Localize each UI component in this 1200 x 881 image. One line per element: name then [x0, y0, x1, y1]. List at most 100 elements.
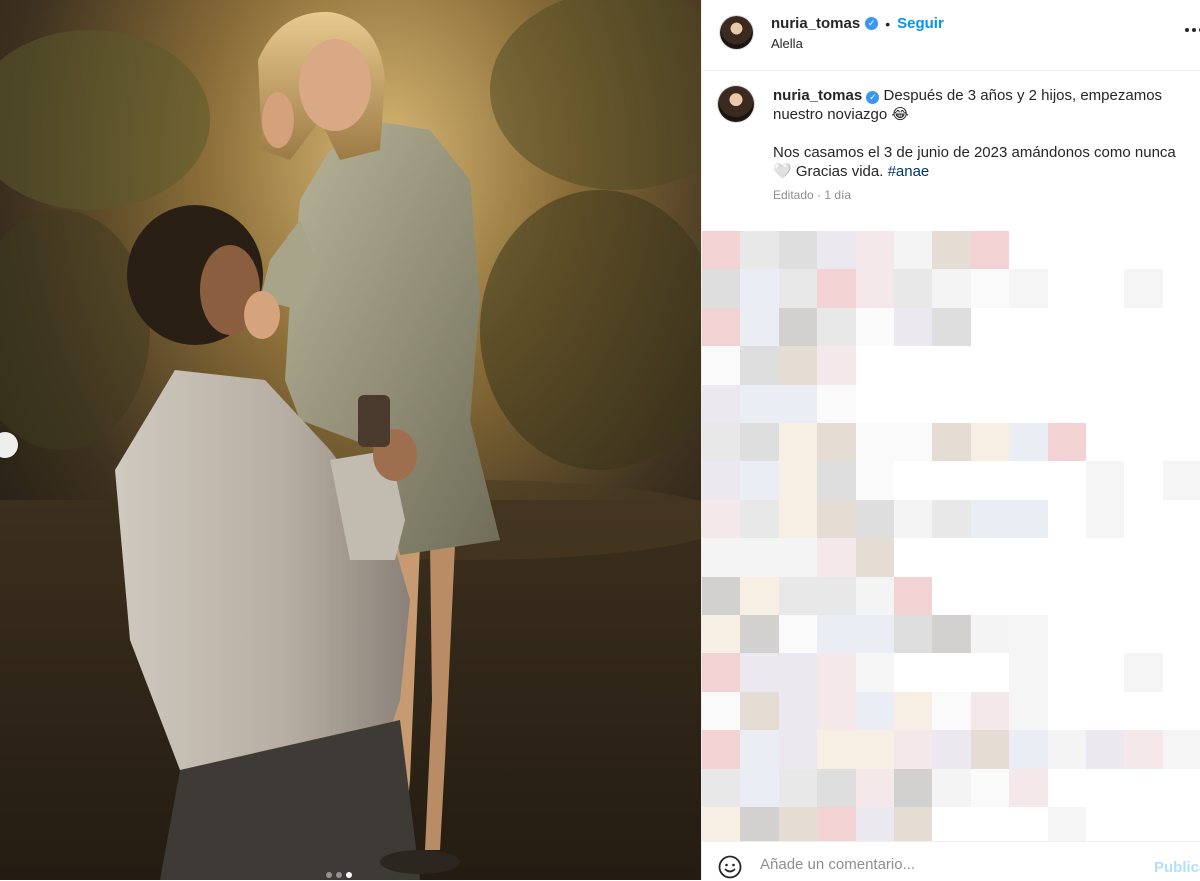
mosaic-tile — [1086, 269, 1125, 309]
mosaic-tile — [1086, 538, 1125, 578]
ellipsis-icon — [1185, 28, 1189, 32]
mosaic-tile — [817, 307, 857, 347]
mosaic-tile — [778, 768, 818, 808]
mosaic-tile — [1124, 768, 1164, 808]
mosaic-tile — [1162, 423, 1200, 462]
mosaic-tile — [740, 691, 780, 731]
more-options-button[interactable] — [1185, 20, 1200, 40]
mosaic-tile — [1047, 615, 1087, 654]
mosaic-tile — [1086, 231, 1125, 270]
mosaic-tile — [1009, 423, 1049, 462]
mosaic-tile — [778, 615, 818, 654]
smiley-icon[interactable] — [718, 855, 742, 879]
mosaic-tile — [702, 269, 741, 309]
mosaic-tile — [894, 691, 933, 731]
mosaic-tile — [970, 576, 1010, 616]
follow-button[interactable]: Seguir — [897, 15, 944, 32]
mosaic-tile — [817, 423, 857, 462]
caption-avatar[interactable] — [718, 86, 754, 122]
caption-meta: Editado · 1 día — [773, 186, 1193, 205]
mosaic-tile — [932, 346, 972, 386]
carousel-indicator — [326, 872, 352, 878]
mosaic-tile — [1047, 346, 1087, 386]
mosaic-tile — [894, 384, 933, 424]
mosaic-tile — [1047, 307, 1087, 347]
mosaic-tile — [932, 730, 972, 770]
mosaic-tile — [1124, 307, 1164, 347]
mosaic-tile — [702, 307, 741, 347]
mosaic-tile — [817, 538, 857, 578]
mosaic-tile — [702, 538, 741, 578]
mosaic-tile — [817, 768, 857, 808]
post-header: nuria_tomas ✓ • Seguir Alella — [702, 0, 1200, 71]
mosaic-tile — [855, 461, 895, 501]
publish-button[interactable]: Publicar — [1154, 859, 1200, 876]
mosaic-tile — [1162, 231, 1200, 270]
location-link[interactable]: Alella — [771, 36, 803, 51]
mosaic-tile — [932, 231, 972, 270]
ellipsis-icon — [1192, 28, 1196, 32]
mosaic-tile — [778, 499, 818, 539]
mosaic-tile — [740, 576, 780, 616]
mosaic-tile — [1162, 576, 1200, 616]
mosaic-tile — [702, 346, 741, 386]
mosaic-tile — [855, 384, 895, 424]
mosaic-tile — [1009, 384, 1049, 424]
mosaic-tile — [1009, 576, 1049, 616]
mosaic-tile — [1086, 423, 1125, 462]
hashtag-link[interactable]: #anae — [888, 163, 930, 180]
mosaic-tile — [1162, 653, 1200, 693]
mosaic-tile — [1009, 768, 1049, 808]
mosaic-tile — [970, 499, 1010, 539]
mosaic-tile — [702, 423, 741, 462]
mosaic-tile — [1162, 346, 1200, 386]
mosaic-tile — [855, 615, 895, 654]
mosaic-tile — [1124, 730, 1164, 770]
mosaic-tile — [970, 384, 1010, 424]
mosaic-tile — [855, 653, 895, 693]
mosaic-tile — [932, 538, 972, 578]
caption-username-link[interactable]: nuria_tomas — [773, 87, 862, 104]
mosaic-tile — [1009, 653, 1049, 693]
mosaic-tile — [1086, 615, 1125, 654]
post-sidebar: nuria_tomas ✓ • Seguir Alella nuria_toma… — [701, 0, 1200, 881]
mosaic-tile — [778, 730, 818, 770]
mosaic-tile — [1086, 499, 1125, 539]
mosaic-tile — [1124, 538, 1164, 578]
mosaic-tile — [894, 231, 933, 270]
mosaic-tile — [1162, 499, 1200, 539]
mosaic-tile — [855, 768, 895, 808]
mosaic-tile — [855, 269, 895, 309]
mosaic-tile — [855, 423, 895, 462]
mosaic-tile — [855, 231, 895, 270]
post-photo[interactable] — [0, 0, 701, 880]
post-time[interactable]: 1 día — [824, 188, 851, 202]
mosaic-tile — [894, 499, 933, 539]
mosaic-tile — [1009, 461, 1049, 501]
mosaic-tile — [817, 231, 857, 270]
mosaic-tile — [932, 768, 972, 808]
mosaic-tile — [1162, 461, 1200, 501]
mosaic-tile — [932, 499, 972, 539]
mosaic-tile — [1009, 615, 1049, 654]
mosaic-tile — [932, 576, 972, 616]
mosaic-tile — [740, 231, 780, 270]
mosaic-tile — [1009, 499, 1049, 539]
mosaic-tile — [778, 269, 818, 309]
avatar[interactable] — [720, 16, 753, 49]
mosaic-tile — [970, 653, 1010, 693]
mosaic-tile — [817, 653, 857, 693]
mosaic-tile — [817, 346, 857, 386]
mosaic-tile — [1009, 346, 1049, 386]
mosaic-tile — [778, 691, 818, 731]
mosaic-tile — [1047, 384, 1087, 424]
mosaic-tile — [778, 384, 818, 424]
mosaic-tile — [740, 653, 780, 693]
mosaic-tile — [1162, 730, 1200, 770]
mosaic-tile — [740, 615, 780, 654]
pixelated-comments — [702, 231, 1200, 846]
username-link[interactable]: nuria_tomas — [771, 15, 860, 32]
mosaic-tile — [1162, 538, 1200, 578]
mosaic-tile — [1162, 768, 1200, 808]
comment-input[interactable] — [760, 856, 1140, 873]
